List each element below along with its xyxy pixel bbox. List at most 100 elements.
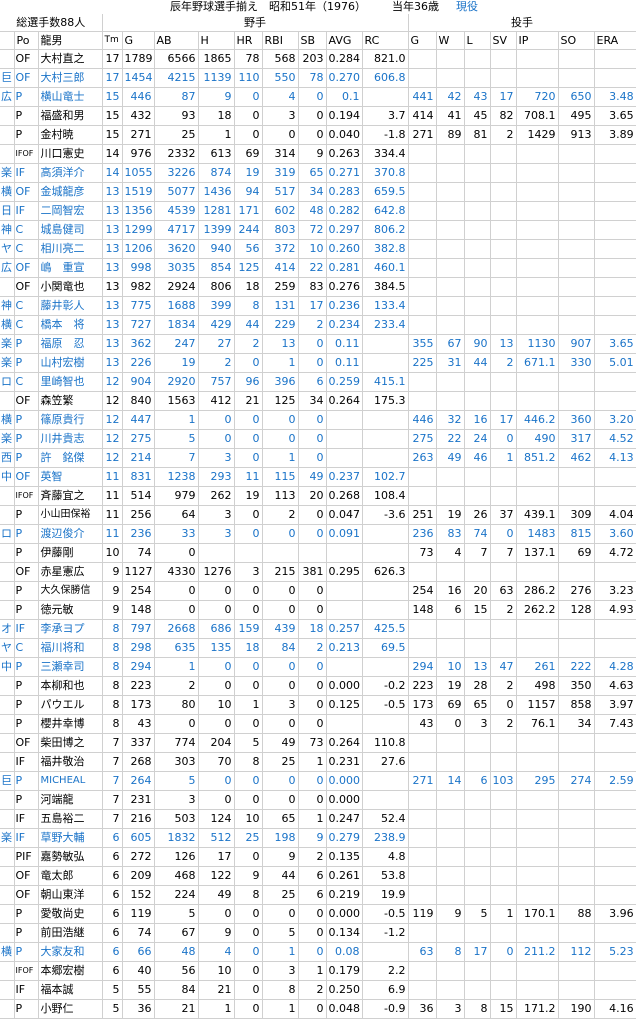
po-cell: C xyxy=(14,296,39,316)
era-cell: 3.65 xyxy=(594,106,636,126)
g-cell: 223 xyxy=(122,676,155,696)
ab-cell: 1 xyxy=(154,410,199,430)
g-cell: 173 xyxy=(122,695,155,715)
pg-cell: 73 xyxy=(408,543,437,563)
ab-cell: 0 xyxy=(154,581,199,601)
so-cell: 330 xyxy=(558,353,595,373)
so-cell xyxy=(558,239,595,259)
era-cell xyxy=(594,562,636,582)
ab-cell: 0 xyxy=(154,543,199,563)
ip-cell: 211.2 xyxy=(516,942,559,962)
tm-cell: 17 xyxy=(102,68,123,88)
w-cell xyxy=(436,486,465,506)
ab-cell: 468 xyxy=(154,866,199,886)
hr-cell: 0 xyxy=(234,106,263,126)
ip-cell xyxy=(516,296,559,316)
era-cell xyxy=(594,372,636,392)
name-cell: 福盛和男 xyxy=(38,106,103,126)
era-cell xyxy=(594,201,636,221)
so-cell: 112 xyxy=(558,942,595,962)
h-cell: 1 xyxy=(198,125,235,145)
team-cell xyxy=(0,391,15,411)
l-cell xyxy=(464,885,491,905)
sb-cell: 0 xyxy=(298,353,327,373)
l-cell: 46 xyxy=(464,448,491,468)
h-cell: 512 xyxy=(198,828,235,848)
avg-cell: 0.219 xyxy=(326,885,363,905)
tm-cell: 12 xyxy=(102,429,123,449)
po-cell: OF xyxy=(14,391,39,411)
rbi-cell: 3 xyxy=(262,695,299,715)
name-cell: 福原 忍 xyxy=(38,334,103,354)
so-cell: 815 xyxy=(558,524,595,544)
po-cell: C xyxy=(14,239,39,259)
ip-cell: 1429 xyxy=(516,125,559,145)
ip-cell xyxy=(516,220,559,240)
so-cell xyxy=(558,220,595,240)
pg-cell: 263 xyxy=(408,448,437,468)
ab-cell: 4330 xyxy=(154,562,199,582)
name-cell: 嘉勢敏弘 xyxy=(38,847,103,867)
g-cell: 271 xyxy=(122,125,155,145)
rbi-cell: 84 xyxy=(262,638,299,658)
sb-cell: 49 xyxy=(298,467,327,487)
l-cell: 43 xyxy=(464,87,491,107)
sb-cell: 0 xyxy=(298,999,327,1019)
pg-cell xyxy=(408,220,437,240)
rbi-cell: 25 xyxy=(262,885,299,905)
po-cell: C xyxy=(14,315,39,335)
pg-cell: 254 xyxy=(408,581,437,601)
table-row: OF 竜太郎 6 209 468 122 9 44 6 0.261 53.8 xyxy=(0,866,636,886)
team-cell xyxy=(0,505,15,525)
table-row: 西P許 銘傑 12 214 7 3 0 1 0 263 49 46 1 851.2 462 4.13 xyxy=(0,448,636,468)
h-cell: 10 xyxy=(198,695,235,715)
team-cell: 楽 xyxy=(0,353,15,373)
sb-cell: 0 xyxy=(298,790,327,810)
ab-cell: 21 xyxy=(154,999,199,1019)
g-cell: 214 xyxy=(122,448,155,468)
status-link[interactable]: 現役 xyxy=(456,0,478,14)
g-cell: 1519 xyxy=(122,182,155,202)
avg-cell: 0.295 xyxy=(326,562,363,582)
rbi-cell: 396 xyxy=(262,372,299,392)
w-cell: 19 xyxy=(436,505,465,525)
avg-cell: 0.000 xyxy=(326,771,363,791)
era-cell xyxy=(594,220,636,240)
g-cell: 976 xyxy=(122,144,155,164)
table-row: 神 C 藤井彰人 13 775 1688 399 8 131 17 0.236 133.4 xyxy=(0,296,636,316)
column-header: SO xyxy=(558,31,595,50)
ip-cell: 439.1 xyxy=(516,505,559,525)
sv-cell: 47 xyxy=(490,657,517,677)
hr-cell: 125 xyxy=(234,258,263,278)
pg-cell xyxy=(408,277,437,297)
sv-cell xyxy=(490,828,517,848)
hr-cell: 0 xyxy=(234,524,263,544)
sb-cell: 78 xyxy=(298,68,327,88)
po-cell: P xyxy=(14,657,39,677)
po-cell: IF xyxy=(14,163,39,183)
ab-cell: 0 xyxy=(154,714,199,734)
g-cell: 236 xyxy=(122,524,155,544)
table-row: 楽 IF 草野大輔 6 605 1832 512 25 198 9 0.279 238.9 xyxy=(0,828,636,848)
rc-cell: -1.8 xyxy=(362,125,409,145)
hr-cell: 244 xyxy=(234,220,263,240)
table-row: P 金村暁 15 271 25 1 0 0 0 0.040 -1.8 271 89 81 2 1429 913 3… xyxy=(0,125,636,145)
ab-cell: 1 xyxy=(154,657,199,677)
po-cell: P xyxy=(14,353,39,373)
table-row: OF 小関竜也 13 982 2924 806 18 259 83 0.276 384.5 xyxy=(0,277,636,297)
hr-cell: 0 xyxy=(234,87,263,107)
team-cell: 西 xyxy=(0,448,15,468)
rc-cell xyxy=(362,581,409,601)
sb-cell: 0 xyxy=(298,904,327,924)
name-cell: 城島健司 xyxy=(38,220,103,240)
column-header: SB xyxy=(298,31,327,50)
g-cell: 447 xyxy=(122,410,155,430)
table-row: P 愛敬尚史 6 119 5 0 0 0 0 0.000 -0.5 119 9 5 1 170.1 88 3.96 xyxy=(0,904,636,924)
ip-cell xyxy=(516,619,559,639)
team-cell: 楽 xyxy=(0,429,15,449)
g-cell: 55 xyxy=(122,980,155,1000)
rc-cell: 3.7 xyxy=(362,106,409,126)
table-row: オ IF 李承ヨプ 8 797 2668 686 159 439 18 0.257 425.5 xyxy=(0,619,636,639)
sb-cell: 0 xyxy=(298,334,327,354)
table-row: 中 OF 英智 11 831 1238 293 11 115 49 0.237 102.7 xyxy=(0,467,636,487)
